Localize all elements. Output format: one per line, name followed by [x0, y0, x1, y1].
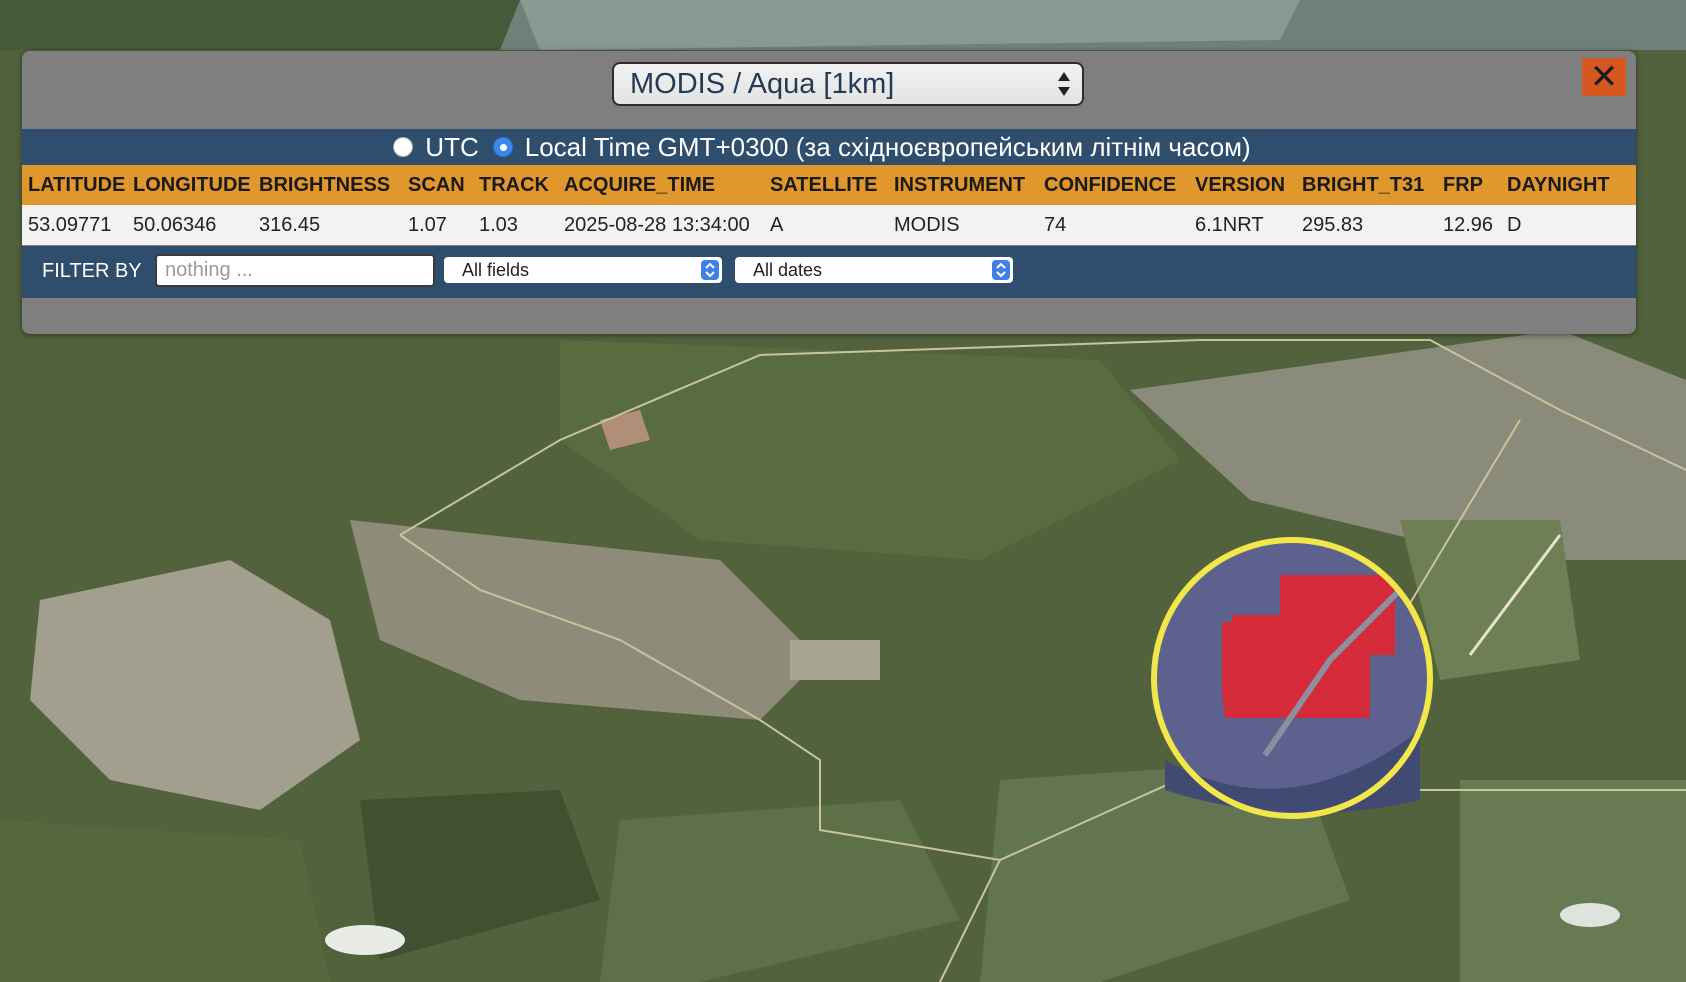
- table-cell: 74: [1038, 205, 1189, 245]
- column-header[interactable]: SATELLITE: [764, 165, 888, 205]
- table-cell: 1.03: [473, 205, 558, 245]
- field-filter-value: All fields: [462, 260, 530, 280]
- local-time-label[interactable]: Local Time GMT+0300 (за східноєвропейськ…: [525, 132, 1251, 163]
- table-header-row: LATITUDE LONGITUDE BRIGHTNESS SCAN TRACK…: [22, 165, 1636, 205]
- fire-data-table: LATITUDE LONGITUDE BRIGHTNESS SCAN TRACK…: [22, 165, 1636, 245]
- date-filter-value: All dates: [753, 260, 823, 280]
- table-cell: 316.45: [253, 205, 402, 245]
- select-arrows-icon: [1058, 72, 1070, 96]
- fire-highlight-marker[interactable]: [1151, 537, 1433, 819]
- column-header[interactable]: BRIGHT_T31: [1296, 165, 1437, 205]
- date-filter-select[interactable]: All dates: [735, 257, 1013, 283]
- table-cell: D: [1501, 205, 1636, 245]
- table-cell: 6.1NRT: [1189, 205, 1296, 245]
- column-header[interactable]: LONGITUDE: [127, 165, 253, 205]
- table-cell: 295.83: [1296, 205, 1437, 245]
- close-button[interactable]: ✕: [1582, 58, 1626, 96]
- column-header[interactable]: BRIGHTNESS: [253, 165, 402, 205]
- filter-label: FILTER BY: [42, 260, 142, 282]
- select-arrows-icon: [701, 260, 719, 280]
- satellite-select-value: MODIS / Aqua [1km]: [630, 68, 895, 100]
- table-cell: 1.07: [402, 205, 473, 245]
- utc-label[interactable]: UTC: [425, 132, 478, 163]
- column-header[interactable]: LATITUDE: [22, 165, 127, 205]
- column-header[interactable]: DAYNIGHT: [1501, 165, 1636, 205]
- satellite-select[interactable]: MODIS / Aqua [1km]: [612, 62, 1084, 106]
- column-header[interactable]: FRP: [1437, 165, 1501, 205]
- field-filter-select[interactable]: All fields: [444, 257, 722, 283]
- column-header[interactable]: VERSION: [1189, 165, 1296, 205]
- fire-info-panel: MODIS / Aqua [1km] ✕ UTC Local Time GMT+…: [22, 51, 1636, 334]
- table-cell: MODIS: [888, 205, 1038, 245]
- table-cell: 2025-08-28 13:34:00: [558, 205, 764, 245]
- column-header[interactable]: SCAN: [402, 165, 473, 205]
- table-row[interactable]: 53.09771 50.06346 316.45 1.07 1.03 2025-…: [22, 205, 1636, 245]
- filter-bar: FILTER BY All fields All dates: [22, 246, 1636, 298]
- utc-radio[interactable]: [393, 137, 414, 157]
- table-cell: 12.96: [1437, 205, 1501, 245]
- select-arrows-icon: [992, 260, 1010, 280]
- close-icon: ✕: [1589, 58, 1619, 96]
- table-cell: 50.06346: [127, 205, 253, 245]
- local-time-radio[interactable]: [492, 137, 513, 157]
- table-cell: 53.09771: [22, 205, 127, 245]
- table-cell: A: [764, 205, 888, 245]
- column-header[interactable]: ACQUIRE_TIME: [558, 165, 764, 205]
- column-header[interactable]: INSTRUMENT: [888, 165, 1038, 205]
- column-header[interactable]: CONFIDENCE: [1038, 165, 1189, 205]
- time-mode-selector: UTC Local Time GMT+0300 (за східноєвропе…: [22, 129, 1636, 165]
- filter-input[interactable]: [155, 254, 435, 287]
- column-header[interactable]: TRACK: [473, 165, 558, 205]
